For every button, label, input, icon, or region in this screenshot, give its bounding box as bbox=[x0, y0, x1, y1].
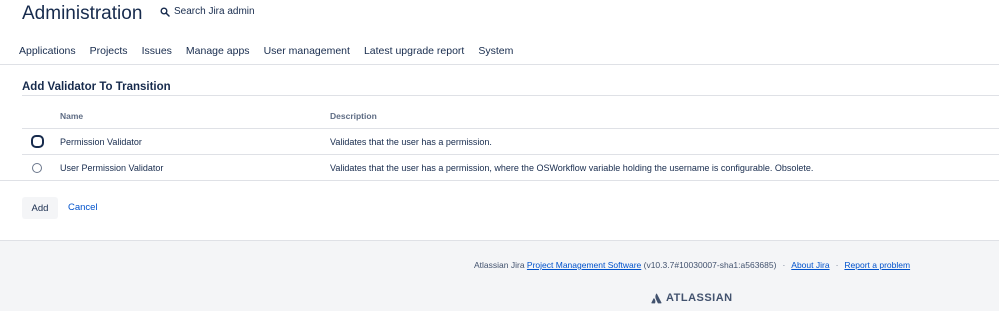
footer-prefix: Atlassian Jira bbox=[474, 260, 527, 270]
validator-description: Validates that the user has a permission… bbox=[330, 137, 492, 147]
search-icon bbox=[160, 7, 170, 17]
validator-description: Validates that the user has a permission… bbox=[330, 163, 814, 173]
nav-issues[interactable]: Issues bbox=[142, 45, 172, 57]
product-link[interactable]: Project Management Software bbox=[527, 260, 641, 270]
footer-info: Atlassian Jira Project Management Softwa… bbox=[474, 260, 910, 270]
nav-latest-upgrade-report[interactable]: Latest upgrade report bbox=[364, 45, 464, 57]
column-header-description: Description bbox=[330, 111, 377, 121]
cancel-link[interactable]: Cancel bbox=[68, 202, 98, 213]
radio-user-permission-validator[interactable] bbox=[32, 163, 42, 173]
footer-version: (v10.3.7#10030007-sha1:a563685) bbox=[641, 260, 777, 270]
table-row[interactable]: Permission Validator Validates that the … bbox=[22, 128, 999, 154]
search-label: Search Jira admin bbox=[174, 6, 255, 17]
page-title: Administration bbox=[22, 3, 143, 24]
admin-header: Administration Search Jira admin Applica… bbox=[0, 0, 999, 65]
section-title: Add Validator To Transition bbox=[22, 81, 171, 93]
search-jira-admin-button[interactable]: Search Jira admin bbox=[160, 6, 255, 17]
nav-applications[interactable]: Applications bbox=[19, 45, 76, 57]
table-row[interactable]: User Permission Validator Validates that… bbox=[22, 154, 999, 180]
section-divider bbox=[22, 95, 999, 96]
about-jira-link[interactable]: About Jira bbox=[791, 260, 829, 270]
validator-name: User Permission Validator bbox=[60, 163, 164, 173]
atlassian-logo: ATLASSIAN bbox=[651, 292, 733, 304]
nav-system[interactable]: System bbox=[478, 45, 513, 57]
atlassian-logo-icon bbox=[651, 293, 662, 303]
radio-permission-validator[interactable] bbox=[31, 135, 44, 148]
validator-name: Permission Validator bbox=[60, 137, 142, 147]
nav-manage-apps[interactable]: Manage apps bbox=[186, 45, 250, 57]
footer-separator: · bbox=[835, 260, 839, 270]
table-bottom-divider bbox=[0, 180, 999, 181]
footer-separator: · bbox=[782, 260, 786, 270]
add-button[interactable]: Add bbox=[22, 197, 58, 219]
report-problem-link[interactable]: Report a problem bbox=[844, 260, 910, 270]
nav-user-management[interactable]: User management bbox=[264, 45, 350, 57]
atlassian-wordmark: ATLASSIAN bbox=[666, 292, 733, 304]
admin-nav: Applications Projects Issues Manage apps… bbox=[19, 45, 527, 57]
nav-projects[interactable]: Projects bbox=[90, 45, 128, 57]
page-footer: Atlassian Jira Project Management Softwa… bbox=[0, 240, 999, 311]
column-header-name: Name bbox=[60, 111, 84, 121]
